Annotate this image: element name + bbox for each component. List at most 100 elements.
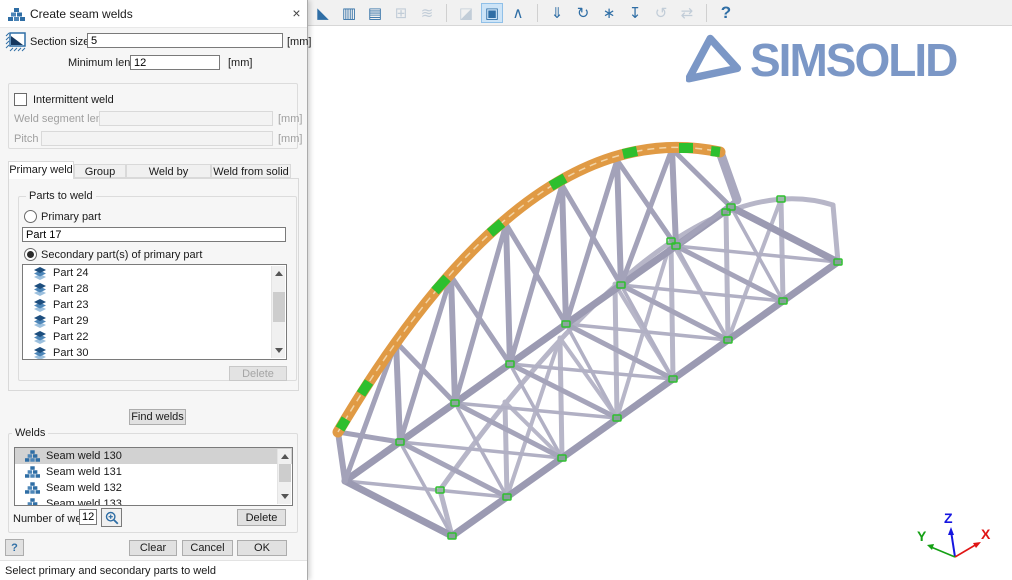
front-arch-end-segment (720, 152, 737, 200)
part-item-label: Part 24 (53, 267, 88, 279)
seam-weld-icon (25, 466, 40, 478)
explode-icon[interactable]: ∗ (598, 3, 620, 23)
part-icon (33, 283, 47, 296)
secondary-parts-radio[interactable] (24, 248, 37, 261)
list-item[interactable]: Seam weld 133 (15, 496, 292, 506)
reactions-icon[interactable]: ↻ (572, 3, 594, 23)
measure-icon[interactable]: ∧ (507, 3, 529, 23)
welds-group-label: Welds (12, 427, 48, 439)
primary-part-input[interactable] (22, 227, 286, 242)
list-item[interactable]: Part 23 (23, 297, 286, 313)
scrollbar-thumb[interactable] (279, 464, 291, 482)
list-item[interactable]: Part 30 (23, 345, 286, 360)
seam-weld-icon[interactable]: ▤ (364, 3, 386, 23)
part-icon (33, 299, 47, 312)
segment-length-unit: [mm] (278, 113, 302, 125)
flexible-joint-icon: ≋ (416, 3, 438, 23)
help-button[interactable]: ? (5, 539, 24, 556)
help-icon[interactable]: ? (715, 3, 737, 23)
weld-item-label: Seam weld 131 (46, 466, 122, 478)
list-item[interactable]: Part 22 (23, 329, 286, 345)
tab-group-weld[interactable]: Group weld (74, 164, 126, 178)
part-item-label: Part 28 (53, 283, 88, 295)
find-welds-button[interactable]: Find welds (129, 409, 186, 425)
ok-button[interactable]: OK (237, 540, 287, 556)
scroll-up-icon[interactable] (281, 454, 289, 459)
edge-weld-icon[interactable]: ◣ (312, 3, 334, 23)
toolbar-separator (537, 4, 538, 22)
orientation-triad: Z X Y (915, 505, 995, 575)
fit-disabled-icon: ⇄ (676, 3, 698, 23)
magnifier-plus-icon (105, 511, 119, 525)
segment-length-input (99, 111, 273, 126)
part-item-label: Part 30 (53, 347, 88, 359)
secondary-parts-list[interactable]: Part 24 Part 28 Part 23 Part 29 Part 22 … (22, 264, 287, 360)
delete-parts-button: Delete (229, 366, 287, 381)
bridge-deck (345, 207, 838, 536)
part-item-label: Part 22 (53, 331, 88, 343)
weld-item-label: Seam weld 133 (46, 498, 122, 506)
scroll-down-icon[interactable] (281, 494, 289, 499)
fillet-weld-icon[interactable]: ▥ (338, 3, 360, 23)
parts-list-scrollbar[interactable] (271, 266, 285, 358)
delete-weld-button[interactable]: Delete (237, 509, 286, 526)
welds-list-scrollbar[interactable] (277, 449, 291, 504)
scrollbar-thumb[interactable] (273, 292, 285, 322)
part-icon (33, 347, 47, 360)
zoom-to-weld-button[interactable] (101, 508, 122, 527)
clear-button[interactable]: Clear (129, 540, 177, 556)
tab-primary-weld[interactable]: Primary weld (8, 161, 74, 179)
y-axis-label: Y (917, 528, 927, 544)
part-icon (33, 315, 47, 328)
number-of-welds-value (79, 509, 97, 525)
dialog-titlebar[interactable]: Create seam welds × (0, 0, 307, 28)
pick-part-icon[interactable]: ▣ (481, 3, 503, 23)
list-item[interactable]: Part 29 (23, 313, 286, 329)
primary-part-radio[interactable] (24, 210, 37, 223)
weld-item-label: Seam weld 132 (46, 482, 122, 494)
scroll-down-icon[interactable] (275, 348, 283, 353)
model-viewport[interactable]: SIMSOLID (308, 26, 1012, 580)
pitch-unit: [mm] (278, 133, 302, 145)
minimum-length-unit: [mm] (228, 57, 252, 69)
pitch-label: Pitch (14, 133, 38, 145)
section-size-unit: [mm] (287, 36, 311, 48)
dialog-status-bar: Select primary and secondary parts to we… (0, 560, 307, 580)
rotate-disabled-icon: ↺ (650, 3, 672, 23)
cancel-button[interactable]: Cancel (182, 540, 233, 556)
part-item-label: Part 23 (53, 299, 88, 311)
section-size-label: Section size (30, 36, 89, 48)
z-axis-label: Z (944, 510, 953, 526)
weld-section-icon (5, 32, 27, 52)
list-item-selected[interactable]: Seam weld 130 (15, 448, 292, 464)
sheet-select-icon: ◪ (455, 3, 477, 23)
welds-list[interactable]: Seam weld 130 Seam weld 131 Seam weld 13… (14, 447, 293, 506)
list-item[interactable]: Seam weld 132 (15, 480, 292, 496)
close-icon[interactable]: × (288, 5, 305, 22)
import-loads-icon[interactable]: ⇓ (546, 3, 568, 23)
create-seam-welds-dialog: Create seam welds × Section size [mm] Mi… (0, 0, 308, 580)
thermal-icon[interactable]: ↧ (624, 3, 646, 23)
list-item[interactable]: Seam weld 131 (15, 464, 292, 480)
list-item[interactable]: Part 24 (23, 265, 286, 281)
intermittent-weld-checkbox[interactable] (14, 93, 27, 106)
tab-weld-by-lines-edges[interactable]: Weld by lines/edges (126, 164, 211, 178)
truss-bridge-model[interactable] (308, 26, 1012, 580)
secondary-parts-radio-label: Secondary part(s) of primary part (41, 249, 202, 261)
tab-weld-from-solid[interactable]: Weld from solid (211, 164, 291, 178)
seam-weld-icon (25, 450, 40, 462)
x-axis-label: X (981, 526, 991, 542)
part-icon (33, 267, 47, 280)
spot-weld-grid-icon: ⊞ (390, 3, 412, 23)
dialog-title: Create seam welds (30, 7, 133, 21)
list-item[interactable]: Part 28 (23, 281, 286, 297)
scroll-up-icon[interactable] (275, 271, 283, 276)
status-text: Select primary and secondary parts to we… (5, 565, 216, 577)
part-icon (33, 331, 47, 344)
toolbar-separator (446, 4, 447, 22)
seam-weld-icon (25, 482, 40, 494)
minimum-length-input[interactable] (130, 55, 220, 70)
primary-part-radio-label: Primary part (41, 211, 101, 223)
intermittent-weld-label: Intermittent weld (33, 94, 114, 106)
section-size-input[interactable] (87, 33, 283, 48)
